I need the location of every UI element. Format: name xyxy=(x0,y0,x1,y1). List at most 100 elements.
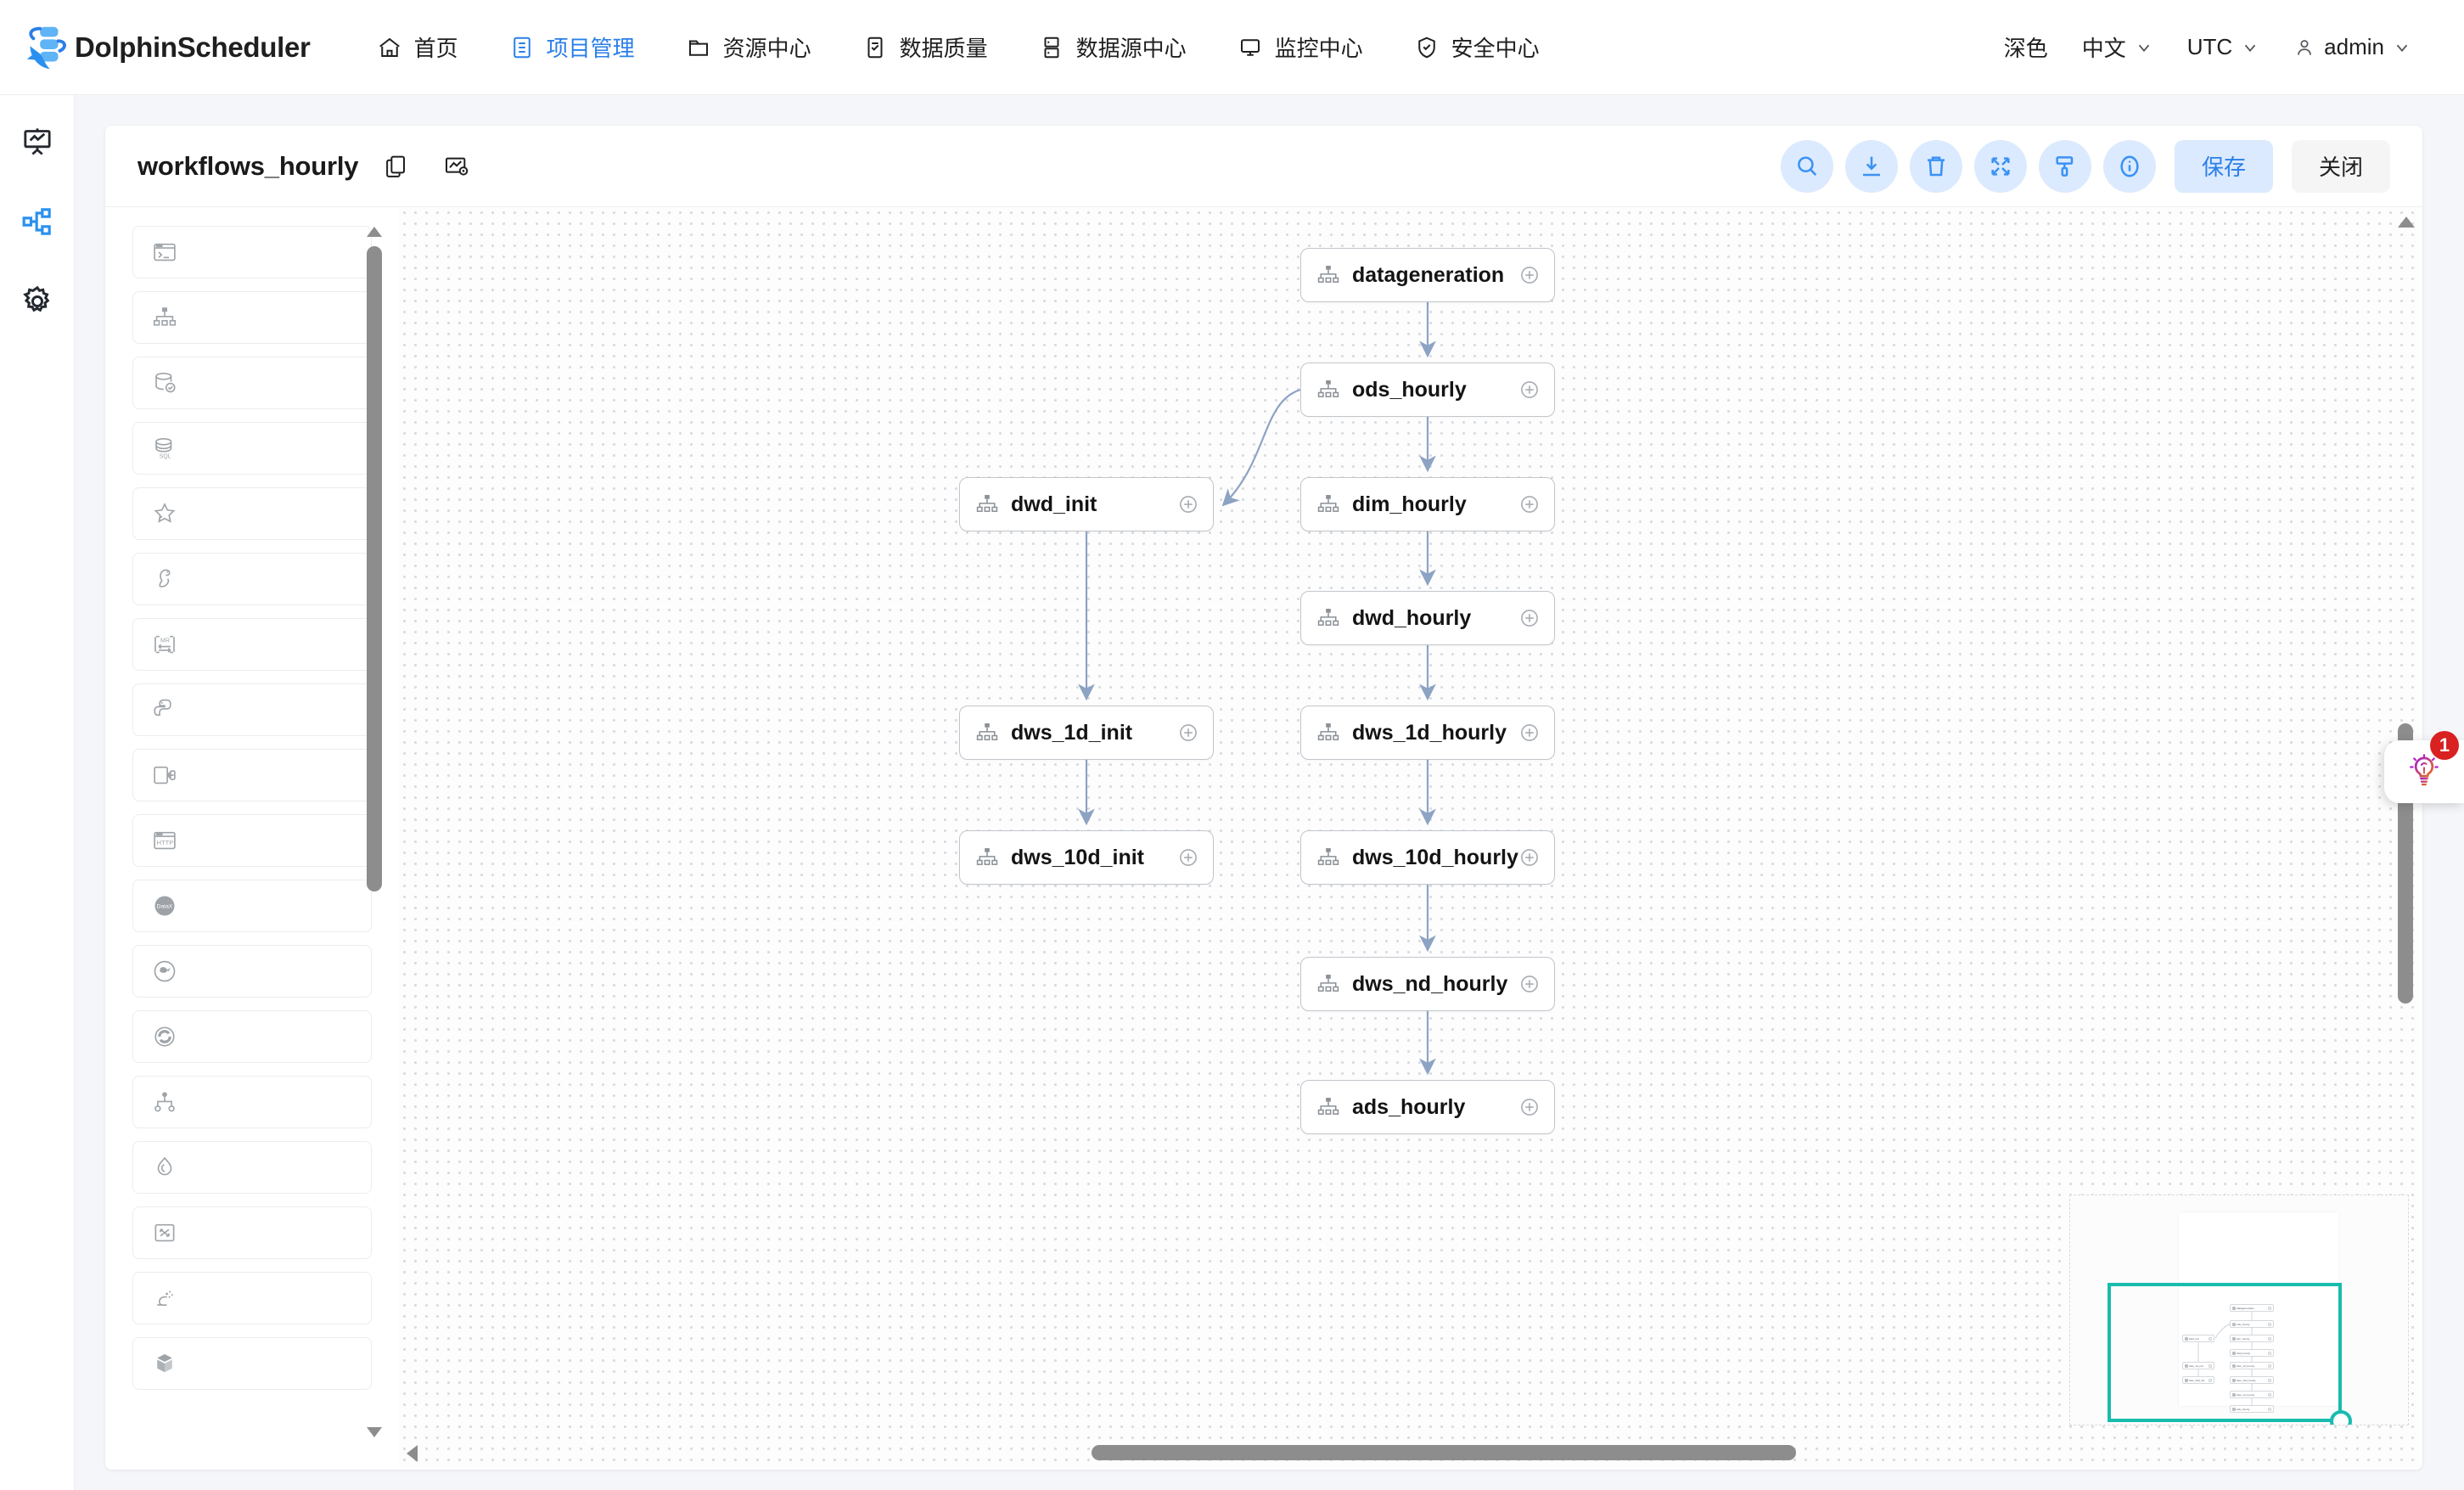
copy-icon[interactable] xyxy=(382,153,409,180)
subprocess-icon xyxy=(152,305,177,330)
language-selector[interactable]: 中文 xyxy=(2065,0,2170,95)
task-type-item-sub_process[interactable] xyxy=(132,291,372,344)
plus-circle-icon[interactable] xyxy=(1518,493,1541,515)
nav-item-project[interactable]: 项目管理 xyxy=(484,0,660,95)
nav-label-project: 项目管理 xyxy=(547,31,635,63)
fullscreen-button[interactable] xyxy=(1974,140,2027,193)
task-type-item-procedure[interactable] xyxy=(132,357,372,409)
trash-icon xyxy=(1922,153,1950,180)
scroll-up-arrow-icon[interactable] xyxy=(366,226,383,238)
task-type-item-datax[interactable]: DataX xyxy=(132,880,372,932)
plus-circle-icon[interactable] xyxy=(1518,607,1541,629)
task-type-item-mapreduce[interactable]: MR xyxy=(132,618,372,671)
brand-name: DolphinScheduler xyxy=(75,31,311,64)
dag-node-label: dim_hourly xyxy=(1352,492,1467,517)
dag-node-dim_hourly[interactable]: dim_hourly xyxy=(1300,477,1555,531)
minimap[interactable]: datagenerationods_hourlydwd_initdim_hour… xyxy=(2069,1195,2409,1425)
task-type-item-amazonemr[interactable] xyxy=(132,1337,372,1390)
user-menu[interactable]: admin xyxy=(2276,0,2428,95)
dag-node-dwd_init[interactable]: dwd_init xyxy=(959,477,1214,531)
nav-label-monitor: 监控中心 xyxy=(1275,31,1363,63)
subprocess-icon xyxy=(975,846,999,869)
dag-node-dws_nd_hourly[interactable]: dws_nd_hourly xyxy=(1300,957,1555,1011)
dag-node-datageneration[interactable]: datageneration xyxy=(1300,248,1555,302)
folder-icon xyxy=(686,35,711,60)
http-icon: HTTP xyxy=(152,828,177,853)
theme-toggle[interactable]: 深色 xyxy=(1987,0,2065,95)
task-type-item-http[interactable]: HTTP xyxy=(132,814,372,867)
dag-node-ods_hourly[interactable]: ods_hourly xyxy=(1300,363,1555,417)
nav-item-data-quality[interactable]: 数据质量 xyxy=(837,0,1013,95)
download-icon xyxy=(1858,153,1885,180)
nav-item-security[interactable]: 安全中心 xyxy=(1389,0,1565,95)
rail-item-workflow[interactable] xyxy=(18,202,57,241)
task-type-item-python[interactable] xyxy=(132,683,372,736)
task-type-item-flink[interactable] xyxy=(132,553,372,605)
plus-circle-icon[interactable] xyxy=(1177,722,1199,744)
svg-text:MR: MR xyxy=(160,638,170,644)
task-type-palette: SQL MR HTTP DataX xyxy=(105,207,399,1470)
task-type-item-shell[interactable] xyxy=(132,226,372,278)
sqoop-icon xyxy=(152,1024,177,1049)
nav-item-resource[interactable]: 资源中心 xyxy=(660,0,837,95)
datasource-icon xyxy=(1039,35,1064,60)
svg-text:HTTP: HTTP xyxy=(157,839,174,846)
minimap-resize-handle[interactable] xyxy=(2330,1410,2352,1425)
save-button[interactable]: 保存 xyxy=(2175,140,2273,193)
plus-circle-icon[interactable] xyxy=(1518,722,1541,744)
plus-circle-icon[interactable] xyxy=(1177,493,1199,515)
task-type-item-switch[interactable] xyxy=(132,1206,372,1259)
minimap-viewport[interactable] xyxy=(2108,1283,2342,1422)
plus-circle-icon[interactable] xyxy=(1518,379,1541,401)
task-type-item-dependent[interactable] xyxy=(132,749,372,801)
canvas-hscroll-thumb[interactable] xyxy=(1092,1445,1796,1460)
nav-label-resource: 资源中心 xyxy=(723,31,811,63)
task-type-item-spark[interactable] xyxy=(132,487,372,540)
task-type-item-sqoop[interactable] xyxy=(132,1010,372,1063)
canvas-scroll-up-arrow-icon[interactable] xyxy=(2397,216,2416,228)
task-type-item-seatunnel[interactable] xyxy=(132,1272,372,1324)
info-button[interactable] xyxy=(2103,140,2156,193)
brand-logo-area[interactable]: DolphinScheduler xyxy=(19,21,311,74)
plus-circle-icon[interactable] xyxy=(1518,846,1541,869)
dag-edge-ods_hourly-to-dwd_init[interactable] xyxy=(1224,390,1300,504)
plus-circle-icon[interactable] xyxy=(1518,973,1541,995)
dag-node-ads_hourly[interactable]: ads_hourly xyxy=(1300,1080,1555,1134)
workflow-toolbar: 保存 关闭 xyxy=(1781,140,2390,193)
task-type-item-conditions[interactable] xyxy=(132,1076,372,1128)
download-button[interactable] xyxy=(1845,140,1898,193)
idea-assistant-widget[interactable]: 1 xyxy=(2384,740,2464,803)
plus-circle-icon[interactable] xyxy=(1518,1096,1541,1118)
dag-node-dws_10d_init[interactable]: dws_10d_init xyxy=(959,830,1214,885)
project-icon xyxy=(509,35,535,60)
plus-circle-icon[interactable] xyxy=(1177,846,1199,869)
rail-item-overview[interactable] xyxy=(18,122,57,161)
scroll-down-arrow-icon[interactable] xyxy=(366,1426,383,1438)
subprocess-icon xyxy=(1316,606,1340,630)
plus-circle-icon[interactable] xyxy=(1518,264,1541,286)
format-dag-button[interactable] xyxy=(2039,140,2091,193)
delete-button[interactable] xyxy=(1910,140,1962,193)
task-type-item-data_quality[interactable] xyxy=(132,1141,372,1194)
chart-preview-icon[interactable] xyxy=(443,153,470,180)
canvas-horizontal-scrollbar[interactable] xyxy=(404,1441,2388,1465)
task-type-item-pigeon[interactable] xyxy=(132,945,372,998)
dag-node-dws_10d_hourly[interactable]: dws_10d_hourly xyxy=(1300,830,1555,885)
palette-scroll-thumb[interactable] xyxy=(367,246,382,891)
python-icon xyxy=(152,697,177,723)
nav-item-home[interactable]: 首页 xyxy=(351,0,484,95)
dag-node-dws_1d_init[interactable]: dws_1d_init xyxy=(959,706,1214,760)
task-type-item-sql[interactable]: SQL xyxy=(132,422,372,475)
dag-node-dwd_hourly[interactable]: dwd_hourly xyxy=(1300,591,1555,645)
canvas-scroll-left-arrow-icon[interactable] xyxy=(406,1444,418,1463)
palette-scrollbar[interactable] xyxy=(365,226,384,1448)
close-button[interactable]: 关闭 xyxy=(2292,140,2390,193)
search-button[interactable] xyxy=(1781,140,1833,193)
rail-item-settings[interactable] xyxy=(18,282,57,321)
nav-item-datasource[interactable]: 数据源中心 xyxy=(1013,0,1212,95)
nav-item-monitor[interactable]: 监控中心 xyxy=(1212,0,1389,95)
dag-node-dws_1d_hourly[interactable]: dws_1d_hourly xyxy=(1300,706,1555,760)
dolphinscheduler-logo-icon xyxy=(19,21,71,74)
timezone-selector[interactable]: UTC xyxy=(2170,0,2276,95)
dag-canvas-area[interactable]: datageneration ods_hourly dwd_init dim_hour… xyxy=(399,207,2422,1470)
